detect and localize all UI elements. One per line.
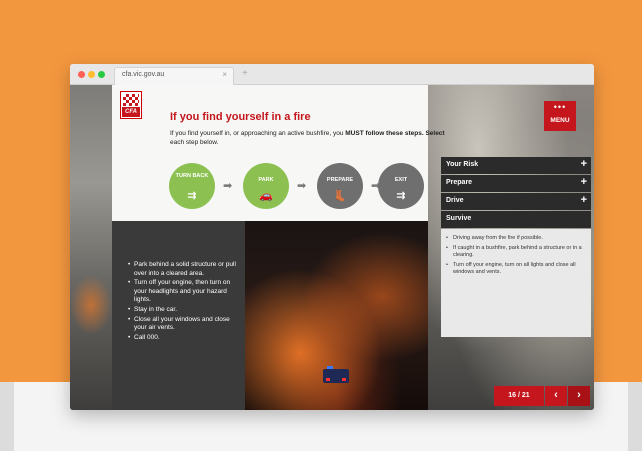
tab-title: cfa.vic.gov.au	[122, 71, 165, 78]
menu-label: MENU	[550, 117, 570, 124]
step-arrow-icon: ➡	[223, 180, 233, 192]
step-prepare-button[interactable]: PREPARE 👢	[317, 163, 363, 209]
step-park-button[interactable]: PARK 🚗	[243, 163, 289, 209]
park-instructions-list: Park behind a solid structure or pull ov…	[128, 261, 240, 343]
step-label: TURN BACK	[175, 173, 209, 179]
expand-plus-icon[interactable]: +	[581, 176, 587, 188]
browser-titlebar: cfa.vic.gov.au × +	[70, 64, 594, 85]
step-arrow-icon: ➡	[297, 180, 307, 192]
chevron-left-icon: ‹	[554, 389, 558, 401]
intro-end: each step below.	[170, 138, 219, 146]
expand-plus-icon[interactable]: +	[581, 158, 587, 170]
intro-text: If you find yourself in, or approaching …	[170, 130, 460, 147]
menu-button[interactable]: ••• MENU	[544, 101, 576, 131]
step-label: PARK	[258, 177, 274, 183]
accordion-item-survive[interactable]: Survive	[441, 211, 591, 228]
step-turn-back-button[interactable]: TURN BACK ⇉	[169, 163, 215, 209]
maximize-window-button[interactable]	[98, 71, 105, 78]
cfa-logo-text: CFA	[122, 107, 140, 117]
next-page-button[interactable]: ›	[568, 386, 590, 406]
tab-close-icon[interactable]: ×	[222, 70, 227, 79]
list-item: Turn off your engine, then turn on your …	[128, 279, 240, 305]
list-item: Call 000.	[128, 334, 240, 343]
car-icon: 🚗	[259, 190, 273, 202]
step-label: PREPARE	[326, 177, 354, 183]
browser-tab[interactable]: cfa.vic.gov.au ×	[114, 67, 234, 85]
smoke-photo-left	[70, 85, 112, 410]
cfa-checker-icon	[123, 94, 139, 106]
accordion-item-your-risk[interactable]: Your Risk +	[441, 157, 591, 174]
intro-part: If you find yourself in, or approaching …	[170, 130, 346, 137]
page-title: If you find yourself in a fire	[170, 111, 311, 123]
cfa-logo[interactable]: CFA	[120, 91, 142, 119]
menu-dots-icon: •••	[553, 102, 567, 112]
intro-select: Select	[425, 130, 445, 137]
list-item: Driving away from the fire if possible.	[446, 235, 584, 242]
accordion-label: Drive	[446, 197, 464, 204]
step-label: EXIT	[394, 177, 408, 183]
list-item: Close all your windows and close your ai…	[128, 316, 240, 333]
list-item: Turn off your engine, turn on all lights…	[446, 262, 584, 276]
survive-content: Driving away from the fire if possible. …	[441, 229, 591, 337]
bushfire-photo	[245, 221, 428, 410]
list-item: Stay in the car.	[128, 306, 240, 315]
page-counter: 16 / 21	[494, 386, 544, 406]
list-item: Park behind a solid structure or pull ov…	[128, 261, 240, 278]
accordion-label: Prepare	[446, 179, 473, 186]
expand-plus-icon[interactable]: +	[581, 194, 587, 206]
step-exit-button[interactable]: EXIT ⇉	[378, 163, 424, 209]
turn-back-icon: ⇉	[187, 190, 197, 202]
browser-window: cfa.vic.gov.au × + CFA If you find yours…	[70, 64, 594, 410]
content-panel: CFA If you find yourself in a fire If yo…	[112, 85, 445, 221]
intro-must: MUST follow these steps.	[345, 130, 424, 137]
park-instructions-panel: Park behind a solid structure or pull ov…	[112, 221, 245, 410]
accordion-label: Your Risk	[446, 161, 479, 168]
survive-list: Driving away from the fire if possible. …	[446, 235, 584, 279]
accordion-item-drive[interactable]: Drive +	[441, 193, 591, 210]
accordion-item-prepare[interactable]: Prepare +	[441, 175, 591, 192]
accordion-label: Survive	[446, 215, 472, 222]
previous-page-button[interactable]: ‹	[545, 386, 567, 406]
exit-icon: ⇉	[396, 190, 406, 202]
page-viewport: CFA If you find yourself in a fire If yo…	[70, 85, 594, 410]
new-tab-button[interactable]: +	[242, 68, 248, 79]
fire-truck-image	[323, 366, 349, 383]
topic-accordion: Your Risk + Prepare + Drive + Survive Dr…	[441, 157, 591, 337]
list-item: If caught in a bushfire, park behind a s…	[446, 245, 584, 259]
chevron-right-icon: ›	[577, 389, 581, 401]
minimize-window-button[interactable]	[88, 71, 95, 78]
close-window-button[interactable]	[78, 71, 85, 78]
boot-icon: 👢	[333, 190, 347, 202]
